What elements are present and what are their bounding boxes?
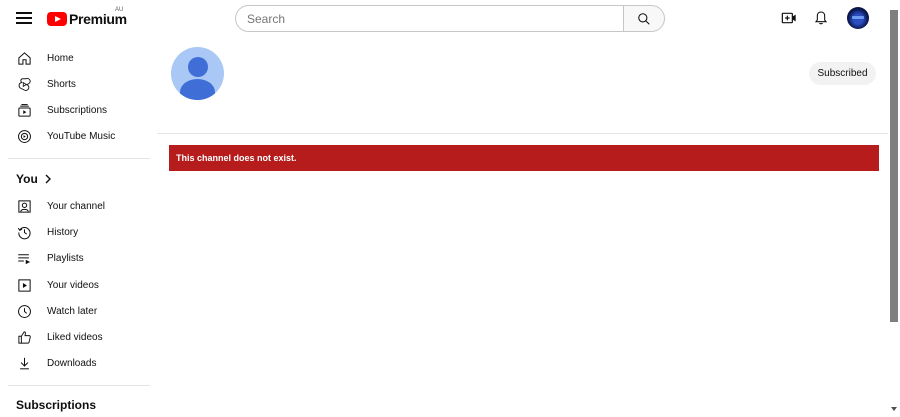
sidebar-item-label: Your videos xyxy=(47,279,99,291)
sidebar-item-subscriptions[interactable]: Subscriptions xyxy=(0,97,152,123)
sidebar-item-watch-later[interactable]: Watch later xyxy=(0,298,152,324)
scrollbar-thumb[interactable] xyxy=(890,10,898,322)
sidebar-item-playlists[interactable]: Playlists xyxy=(0,245,152,271)
sidebar-item-your-channel[interactable]: Your channel xyxy=(0,193,152,219)
search-input[interactable] xyxy=(235,5,623,32)
sidebar-item-label: Your channel xyxy=(47,200,106,212)
sidebar-item-label: Subscriptions xyxy=(47,104,108,116)
sidebar-item-label: Home xyxy=(47,52,74,64)
sidebar-item-label: Liked videos xyxy=(47,331,103,343)
search-button[interactable] xyxy=(623,5,665,32)
search-icon xyxy=(638,12,650,25)
channel-page: Subscribed This channel does not exist. xyxy=(157,36,888,417)
sidebar-item-label: Shorts xyxy=(47,78,76,90)
shorts-icon xyxy=(16,76,32,92)
error-banner: This channel does not exist. xyxy=(169,145,879,171)
your-channel-icon xyxy=(16,198,32,214)
create-button[interactable] xyxy=(779,8,799,28)
sidebar-item-shorts[interactable]: Shorts xyxy=(0,71,152,97)
sidebar-item-label: YouTube Music xyxy=(47,130,116,142)
sidebar-item-label: History xyxy=(47,226,79,238)
chevron-right-icon xyxy=(45,174,51,184)
sidebar-item-history[interactable]: History xyxy=(0,219,152,245)
watch-later-icon xyxy=(16,303,32,319)
sidebar-item-label: Playlists xyxy=(47,252,84,264)
thumbs-up-icon xyxy=(16,329,32,345)
error-message: This channel does not exist. xyxy=(176,153,297,163)
menu-icon[interactable] xyxy=(14,9,34,27)
channel-header-divider xyxy=(157,133,888,134)
notifications-button[interactable] xyxy=(811,8,831,28)
subscribed-button[interactable]: Subscribed xyxy=(809,62,876,85)
sidebar-item-label: Watch later xyxy=(47,305,98,317)
bell-icon xyxy=(814,11,828,25)
subscriptions-icon xyxy=(16,102,32,118)
home-icon xyxy=(16,50,32,66)
account-avatar[interactable] xyxy=(847,7,869,29)
sidebar-item-home[interactable]: Home xyxy=(0,45,152,71)
sidebar-divider xyxy=(8,385,150,386)
sidebar-item-downloads[interactable]: Downloads xyxy=(0,350,152,376)
sidebar-item-youtube-music[interactable]: YouTube Music xyxy=(0,123,152,149)
create-video-icon xyxy=(781,12,796,24)
download-icon xyxy=(16,355,32,371)
subscriptions-heading-label: Subscriptions xyxy=(16,398,97,412)
region-code: AU xyxy=(115,7,124,13)
sidebar: Home Shorts Subscriptions YouTube Music … xyxy=(0,36,152,417)
page-scrollbar[interactable] xyxy=(888,0,900,417)
your-videos-icon xyxy=(16,277,32,293)
search-bar xyxy=(235,5,665,32)
default-avatar-icon xyxy=(171,47,224,100)
history-icon xyxy=(16,224,32,240)
logo-word: Premium xyxy=(69,11,127,27)
you-heading-label: You xyxy=(16,172,38,186)
top-bar: Premium AU xyxy=(0,0,888,36)
you-section-heading[interactable]: You xyxy=(16,172,52,186)
scroll-down-arrow-icon[interactable] xyxy=(891,407,897,411)
sidebar-item-your-videos[interactable]: Your videos xyxy=(0,272,152,298)
youtube-logo-icon xyxy=(47,12,67,26)
subscriptions-section-heading: Subscriptions xyxy=(16,398,96,412)
sidebar-divider xyxy=(8,158,150,159)
youtube-music-icon xyxy=(16,128,32,144)
youtube-premium-logo[interactable]: Premium AU xyxy=(47,7,127,28)
sidebar-item-label: Downloads xyxy=(47,357,97,369)
playlists-icon xyxy=(16,250,32,266)
top-actions xyxy=(779,7,869,29)
sidebar-item-liked-videos[interactable]: Liked videos xyxy=(0,324,152,350)
